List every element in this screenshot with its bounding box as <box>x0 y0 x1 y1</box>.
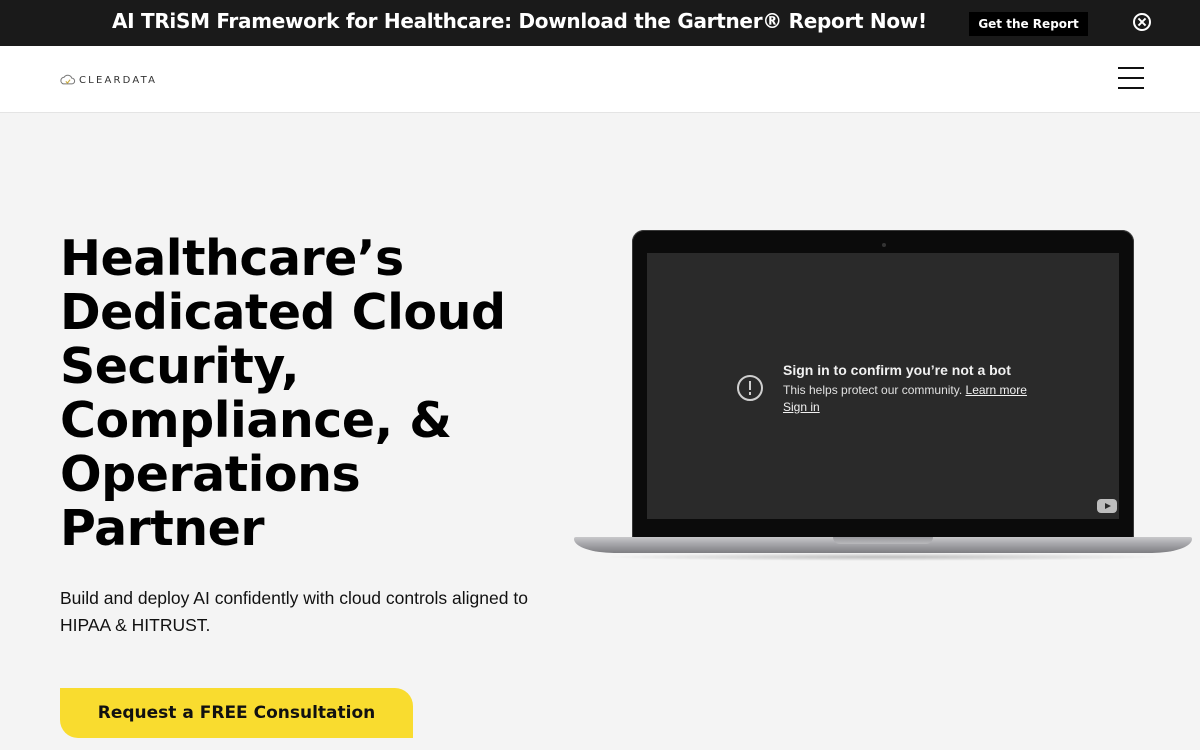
sign-in-link[interactable]: Sign in <box>783 400 820 414</box>
get-report-button[interactable]: Get the Report <box>969 12 1088 36</box>
exclamation-circle-icon <box>737 375 763 401</box>
video-embed[interactable]: Sign in to confirm you’re not a bot This… <box>647 253 1119 519</box>
request-consultation-button[interactable]: Request a FREE Consultation <box>60 688 413 738</box>
laptop-base <box>574 537 1192 553</box>
announcement-text[interactable]: AI TRiSM Framework for Healthcare: Downl… <box>112 9 927 33</box>
youtube-icon[interactable] <box>1097 499 1117 513</box>
hero-subtitle: Build and deploy AI confidently with clo… <box>60 588 528 635</box>
announcement-bar: AI TRiSM Framework for Healthcare: Downl… <box>0 0 1200 46</box>
bot-check-heading: Sign in to confirm you’re not a bot <box>783 362 1011 378</box>
logo-text: CLEARDATA <box>79 74 158 86</box>
cloud-logo-icon <box>60 74 76 84</box>
laptop-camera <box>882 243 886 247</box>
hero-title: Healthcare’s Dedicated Cloud Security, C… <box>60 230 506 557</box>
laptop-shadow <box>600 553 1166 561</box>
laptop-frame: Sign in to confirm you’re not a bot This… <box>632 230 1134 538</box>
bot-check-message: This helps protect our community. Learn … <box>783 383 1027 397</box>
logo[interactable]: CLEARDATA <box>59 71 157 89</box>
bot-check-text: This helps protect our community. <box>783 383 963 397</box>
laptop-notch <box>833 537 933 544</box>
hamburger-menu-icon[interactable] <box>1117 67 1145 89</box>
site-header: CLEARDATA <box>0 46 1200 113</box>
close-icon[interactable] <box>1133 13 1151 31</box>
learn-more-link[interactable]: Learn more <box>966 383 1027 397</box>
